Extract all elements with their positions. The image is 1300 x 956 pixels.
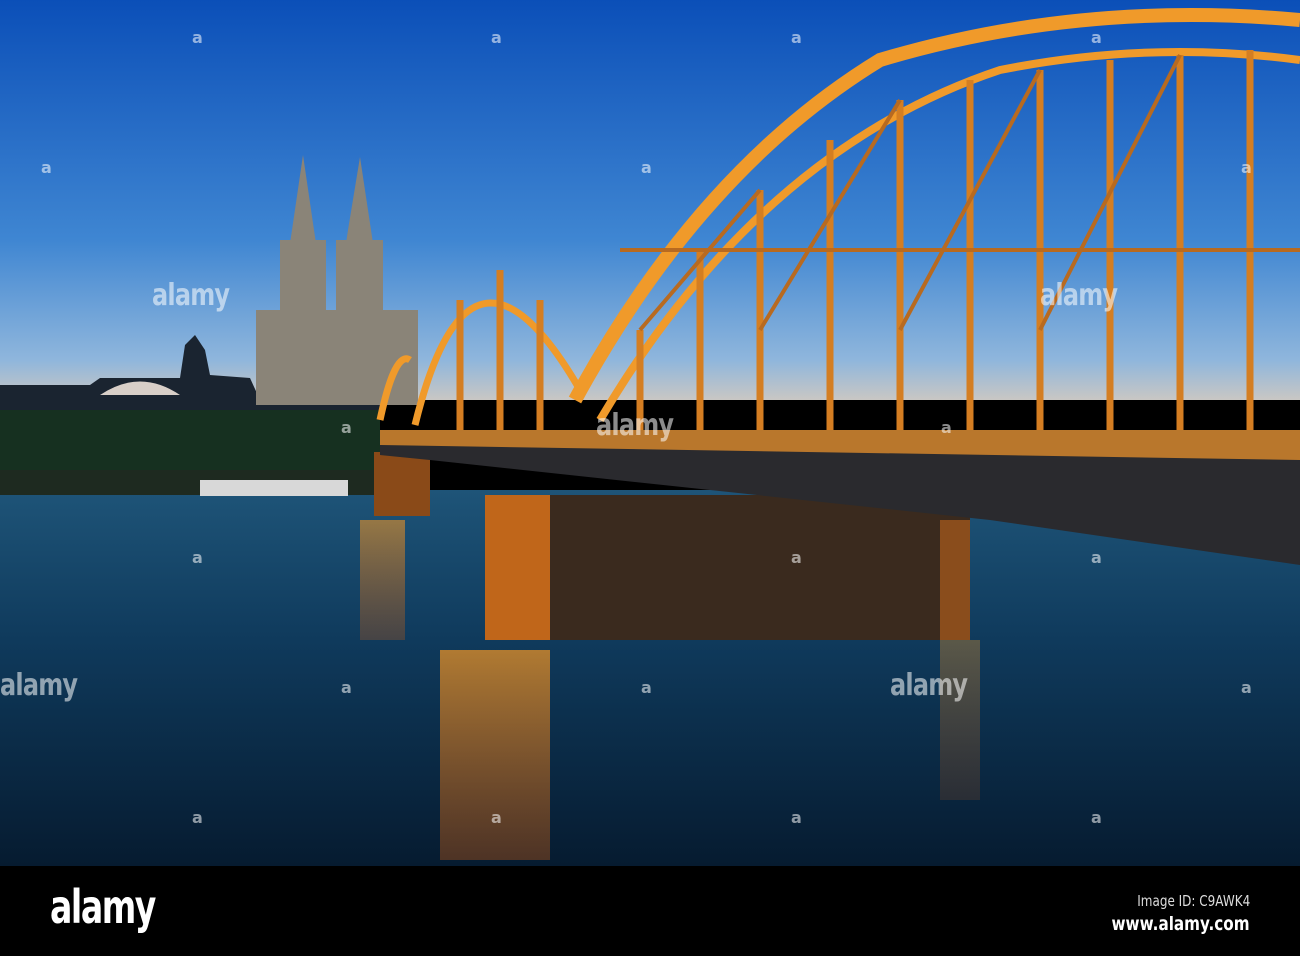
alamy-logo: alamy: [50, 880, 156, 934]
website-link: www.alamy.com: [1111, 913, 1250, 935]
bridge-pier: [374, 452, 430, 516]
watermark: alamy: [1040, 278, 1118, 313]
watermark-glyph: a: [341, 418, 352, 437]
watermark: alamy: [596, 408, 674, 443]
watermark-glyph: a: [41, 158, 52, 177]
watermark-glyph: a: [192, 28, 203, 47]
watermark: alamy: [152, 278, 230, 313]
watermark-glyph: a: [491, 28, 502, 47]
footer-bar: alamy Image ID: C9AWK4 www.alamy.com: [0, 866, 1300, 956]
watermark-glyph: a: [1091, 548, 1102, 567]
watermark-glyph: a: [1091, 28, 1102, 47]
watermark: alamy: [890, 668, 968, 703]
watermark-glyph: a: [1241, 158, 1252, 177]
watermark-glyph: a: [791, 28, 802, 47]
watermark: alamy: [0, 668, 78, 703]
watermark-glyph: a: [641, 158, 652, 177]
image-id: Image ID: C9AWK4: [1137, 892, 1250, 910]
watermark-glyph: a: [1091, 808, 1102, 827]
watermark-glyph: a: [192, 548, 203, 567]
river-boat: [200, 480, 348, 496]
watermark-glyph: a: [1241, 678, 1252, 697]
watermark-glyph: a: [791, 548, 802, 567]
watermark-glyph: a: [192, 808, 203, 827]
watermark-glyph: a: [941, 418, 952, 437]
watermark-glyph: a: [341, 678, 352, 697]
watermark-glyph: a: [641, 678, 652, 697]
bridge-pier: [485, 495, 970, 640]
watermark-glyph: a: [791, 808, 802, 827]
watermark-glyph: a: [491, 808, 502, 827]
